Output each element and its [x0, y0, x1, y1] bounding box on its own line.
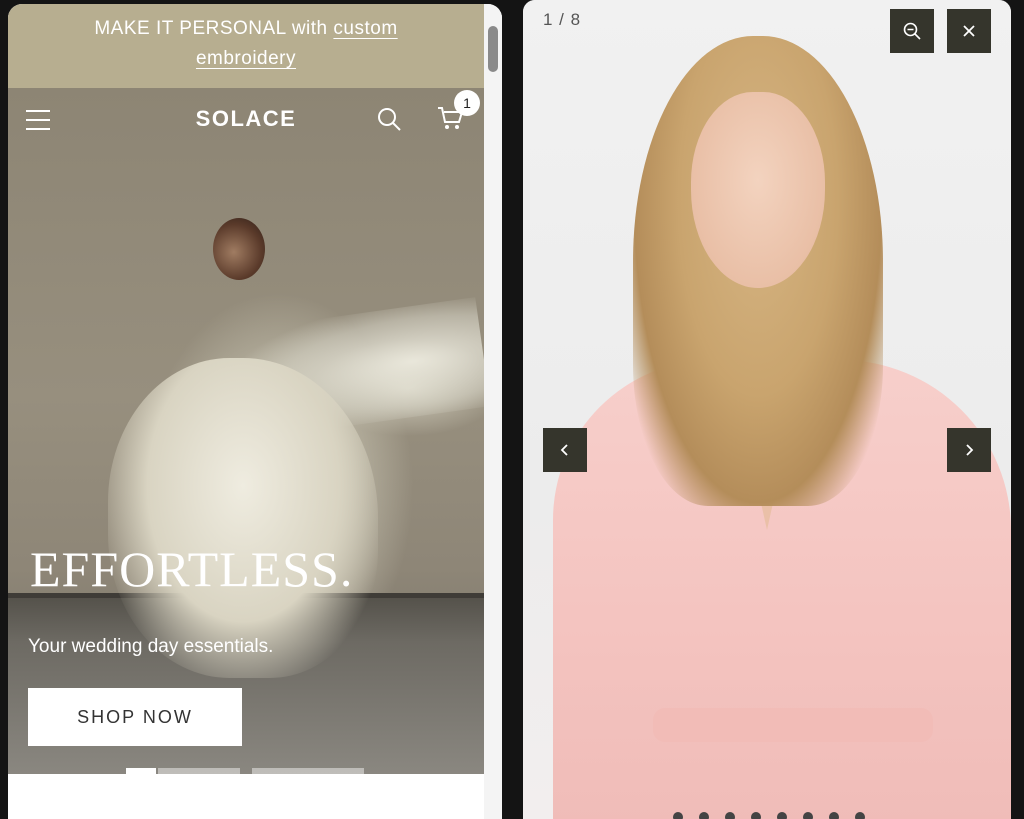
robe-belt — [653, 708, 933, 742]
shop-now-button[interactable]: SHOP NOW — [28, 688, 242, 746]
pagination-dot[interactable] — [803, 812, 813, 819]
announcement-bar: MAKE IT PERSONAL with custom embroidery — [8, 4, 484, 88]
hero-banner: SOLACE 1 EFFORTLESS. Your wedding day es… — [8, 88, 484, 774]
pagination-dot[interactable] — [673, 812, 683, 819]
pagination-dot[interactable] — [855, 812, 865, 819]
cart-count-badge: 1 — [454, 90, 480, 116]
announcement-link[interactable]: custom — [333, 18, 397, 39]
hero-model-head — [213, 218, 265, 280]
hero-subtitle: Your wedding day essentials. — [28, 636, 274, 657]
model-face — [691, 92, 825, 288]
pagination-dot[interactable] — [699, 812, 709, 819]
close-icon — [963, 25, 975, 37]
chevron-left-icon — [560, 444, 568, 456]
close-button[interactable] — [947, 9, 991, 53]
scrollbar-track[interactable] — [484, 4, 502, 819]
zoom-out-button[interactable] — [890, 9, 934, 53]
product-lightbox: 1 / 8 — [523, 0, 1011, 819]
chevron-right-icon — [966, 444, 974, 456]
announcement-text: MAKE IT PERSONAL with — [94, 18, 328, 39]
slide-indicator[interactable] — [158, 768, 240, 774]
pagination-dot[interactable] — [829, 812, 839, 819]
scrollbar-thumb[interactable] — [488, 26, 498, 72]
hero-model-dress — [108, 358, 378, 678]
storefront-screen: MAKE IT PERSONAL with custom embroidery … — [8, 4, 502, 819]
slide-indicator[interactable] — [126, 768, 156, 774]
store-logo[interactable]: SOLACE — [8, 106, 484, 132]
search-icon[interactable] — [376, 106, 402, 137]
slide-indicator[interactable] — [252, 768, 364, 774]
hero-title: EFFORTLESS. — [30, 541, 354, 597]
image-pagination-dots — [663, 812, 883, 819]
pagination-dot[interactable] — [725, 812, 735, 819]
pagination-dot[interactable] — [777, 812, 787, 819]
pagination-dot[interactable] — [751, 812, 761, 819]
announcement-link-continued[interactable]: embroidery — [196, 48, 296, 69]
next-image-button[interactable] — [947, 428, 991, 472]
zoom-out-icon — [903, 22, 921, 40]
previous-image-button[interactable] — [543, 428, 587, 472]
image-counter: 1 / 8 — [543, 10, 582, 29]
